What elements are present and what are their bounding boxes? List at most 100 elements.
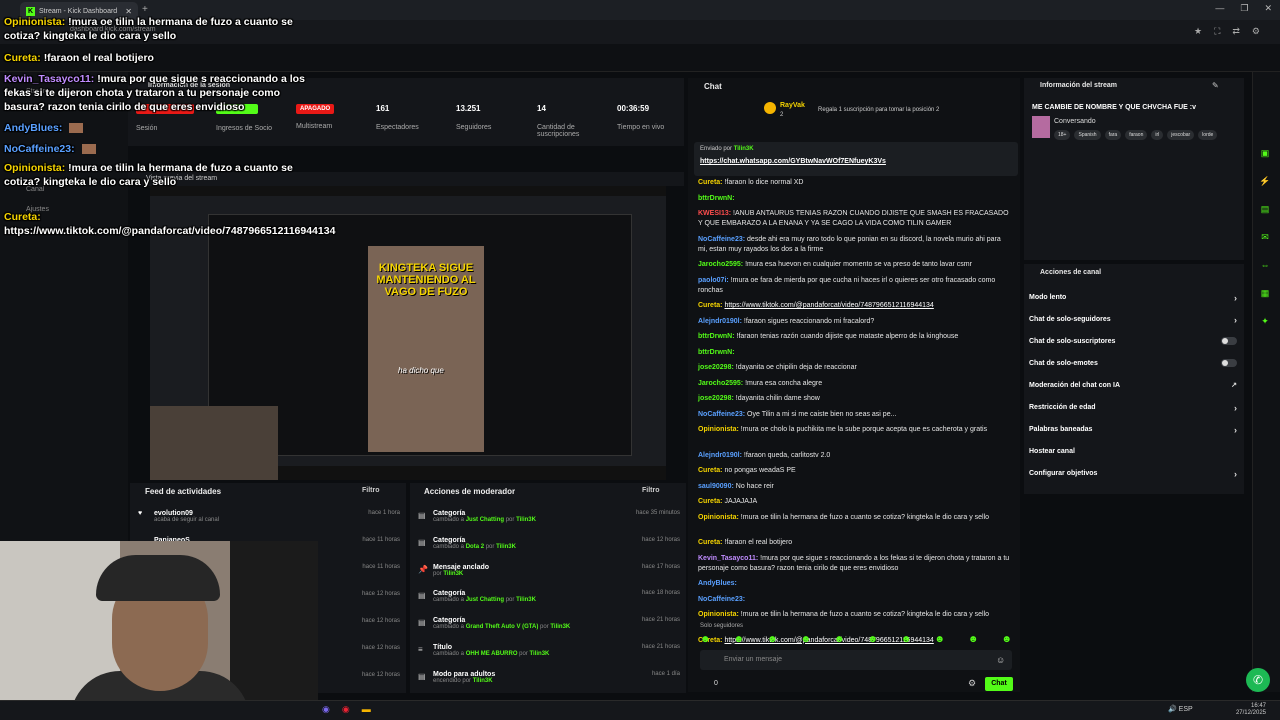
chat-username[interactable]: AndyBlues: xyxy=(698,580,737,587)
emote-icon[interactable]: ☻ xyxy=(767,634,778,645)
channel-action-item[interactable]: Chat de solo-seguidores › xyxy=(1029,315,1241,325)
sub-leader-user[interactable]: RayVak xyxy=(780,102,805,109)
tag[interactable]: lorde xyxy=(1198,130,1218,140)
minimize-button[interactable]: — xyxy=(1215,3,1224,14)
rail-icon[interactable]: ▤ xyxy=(1258,204,1272,218)
obs-icon[interactable]: ◉ xyxy=(342,704,350,715)
mod-action-value: OHH ME ABURRO xyxy=(465,651,518,657)
chat-username[interactable]: jose20298: xyxy=(698,364,734,371)
browser-toolbar-icons: ★ ⛶ ⇄ ⚙ xyxy=(1194,26,1260,37)
new-tab-button[interactable]: + xyxy=(142,4,148,15)
chat-username[interactable]: bttrDrwnN: xyxy=(698,333,735,340)
mod-action-time: hace 18 horas xyxy=(641,590,680,597)
chat-username[interactable]: Cureta: xyxy=(698,539,723,546)
emote-icon[interactable]: ☻ xyxy=(867,634,878,645)
rail-icon[interactable]: ▦ xyxy=(1258,288,1272,302)
chat-username[interactable]: NoCaffeine23: xyxy=(698,596,745,603)
chat-username[interactable]: Cureta: xyxy=(698,179,723,186)
chat-username[interactable]: paolo07i: xyxy=(698,277,729,284)
chat-message: AndyBlues: xyxy=(698,579,1012,589)
chat-username[interactable]: Jarocho2595: xyxy=(698,380,743,387)
channel-action-item[interactable]: Chat de solo-emotes xyxy=(1029,359,1241,367)
chat-username[interactable]: Cureta: xyxy=(698,302,723,309)
chat-settings-icon[interactable]: ⚙ xyxy=(968,678,976,689)
tag[interactable]: jescobar xyxy=(1167,130,1195,140)
tag[interactable]: faraon xyxy=(1125,130,1148,140)
channel-action-item[interactable]: Configurar objetivos › xyxy=(1029,469,1241,479)
chat-username[interactable]: Opinionista: xyxy=(698,611,739,618)
channel-action-item[interactable]: Moderación del chat con IA ↗ xyxy=(1029,382,1241,389)
chat-username[interactable]: bttrDrwnN: xyxy=(698,195,735,202)
chat-text: !mura esa huevon en cualquier momento se… xyxy=(745,261,972,268)
mod-action-detail: por Tilin3K xyxy=(433,571,680,577)
emoji-picker-icon[interactable]: ☺ xyxy=(996,655,1005,665)
folder-icon[interactable]: ▬ xyxy=(362,704,371,715)
channel-action-item[interactable]: Restricción de edad › xyxy=(1029,403,1241,413)
toggle-switch[interactable] xyxy=(1221,337,1237,345)
chat-username[interactable]: KWESI13: xyxy=(698,210,731,217)
channel-action-item[interactable]: Modo lento › xyxy=(1029,293,1241,303)
sub-gift-text[interactable]: Regala 1 suscripción para tomar la posic… xyxy=(818,107,939,113)
rail-icon[interactable]: ▣ xyxy=(1258,148,1272,162)
edit-icon[interactable]: ✎ xyxy=(1212,81,1219,90)
chat-username[interactable]: NoCaffeine23: xyxy=(698,411,745,418)
language-indicator[interactable]: ESP xyxy=(1179,706,1193,713)
chat-username[interactable]: Alejndr0190l: xyxy=(698,318,742,325)
mod-filter-button[interactable]: Filtro xyxy=(642,487,660,494)
chat-username[interactable]: NoCaffeine23: xyxy=(698,236,745,243)
mod-action-icon: ▤ xyxy=(418,537,426,547)
emote-icon[interactable]: ☻ xyxy=(733,634,744,645)
chat-username[interactable]: Jarocho2595: xyxy=(698,261,743,268)
chat-username[interactable]: saul90090: xyxy=(698,483,734,490)
emote-icon[interactable]: ☻ xyxy=(1001,634,1012,645)
discord-icon[interactable]: ◉ xyxy=(322,704,330,715)
chat-username[interactable]: bttrDrwnN: xyxy=(698,349,735,356)
chat-username[interactable]: Opinionista: xyxy=(698,426,739,433)
emote-icon[interactable]: ☻ xyxy=(834,634,845,645)
chat-link[interactable]: https://www.tiktok.com/@pandaforcat/vide… xyxy=(724,302,933,309)
sync-icon[interactable]: ⇄ xyxy=(1232,26,1240,37)
chat-send-button[interactable]: Chat xyxy=(985,677,1013,691)
rail-icon[interactable]: ⇔ xyxy=(1258,260,1272,274)
extension-icon[interactable]: ⛶ xyxy=(1214,26,1220,37)
tag[interactable]: Spanish xyxy=(1074,130,1101,140)
support-chat-button[interactable]: ✆ xyxy=(1246,668,1270,692)
chat-message: Cureta: !faraon lo dice normal XD xyxy=(698,178,1012,188)
category-thumbnail xyxy=(1032,116,1050,138)
rail-icon[interactable]: ✦ xyxy=(1258,316,1272,330)
emote-icon[interactable]: ☻ xyxy=(934,634,945,645)
emote-icon[interactable]: ☻ xyxy=(800,634,811,645)
activity-filter-button[interactable]: Filtro xyxy=(362,487,380,494)
rail-icon[interactable]: ⚡ xyxy=(1258,176,1272,190)
tag[interactable]: irl xyxy=(1151,130,1164,140)
stream-category[interactable]: Conversando xyxy=(1054,118,1096,125)
mod-action-name: Título xyxy=(433,644,453,651)
tag[interactable]: 18+ xyxy=(1054,130,1071,140)
emote-icon[interactable]: ☻ xyxy=(968,634,979,645)
channel-action-item[interactable]: Hostear canal xyxy=(1029,448,1241,455)
sub-gift-icon xyxy=(764,102,776,114)
settings-icon[interactable]: ⚙ xyxy=(1252,26,1260,37)
chat-username[interactable]: Kevin_Tasayco11: xyxy=(698,555,758,562)
chat-username[interactable]: Cureta: xyxy=(698,498,723,505)
emote-icon[interactable]: ☻ xyxy=(700,634,711,645)
volume-icon[interactable]: 🔊 xyxy=(1168,706,1177,713)
pinned-link[interactable]: https://chat.whatsapp.com/GYBtwNavWOf7EN… xyxy=(700,158,886,165)
bookmark-star-icon[interactable]: ★ xyxy=(1194,26,1202,37)
emote-icon[interactable]: ☻ xyxy=(901,634,912,645)
toggle-switch[interactable] xyxy=(1221,359,1237,367)
close-window-button[interactable]: ✕ xyxy=(1264,3,1272,14)
chat-username[interactable]: jose20298: xyxy=(698,395,734,402)
chat-username[interactable]: Alejndr0190l: xyxy=(698,452,742,459)
maximize-button[interactable]: ❐ xyxy=(1240,3,1248,14)
chat-text: !faraon sigues reaccionando mi fracalord… xyxy=(743,317,875,325)
channel-action-item[interactable]: Palabras baneadas › xyxy=(1029,425,1241,435)
chat-username[interactable]: Opinionista: xyxy=(698,514,739,521)
channel-action-item[interactable]: Chat de solo-suscriptores xyxy=(1029,337,1241,345)
chat-text: !faraon queda, carlitostv 2.0 xyxy=(743,451,831,459)
clock[interactable]: 16:47 27/12/2025 xyxy=(1236,703,1266,717)
tag[interactable]: fara xyxy=(1104,130,1122,140)
chat-username[interactable]: Cureta: xyxy=(698,467,723,474)
rail-icon[interactable]: ✉ xyxy=(1258,232,1272,246)
activity-time: hace 11 horas xyxy=(362,564,400,570)
